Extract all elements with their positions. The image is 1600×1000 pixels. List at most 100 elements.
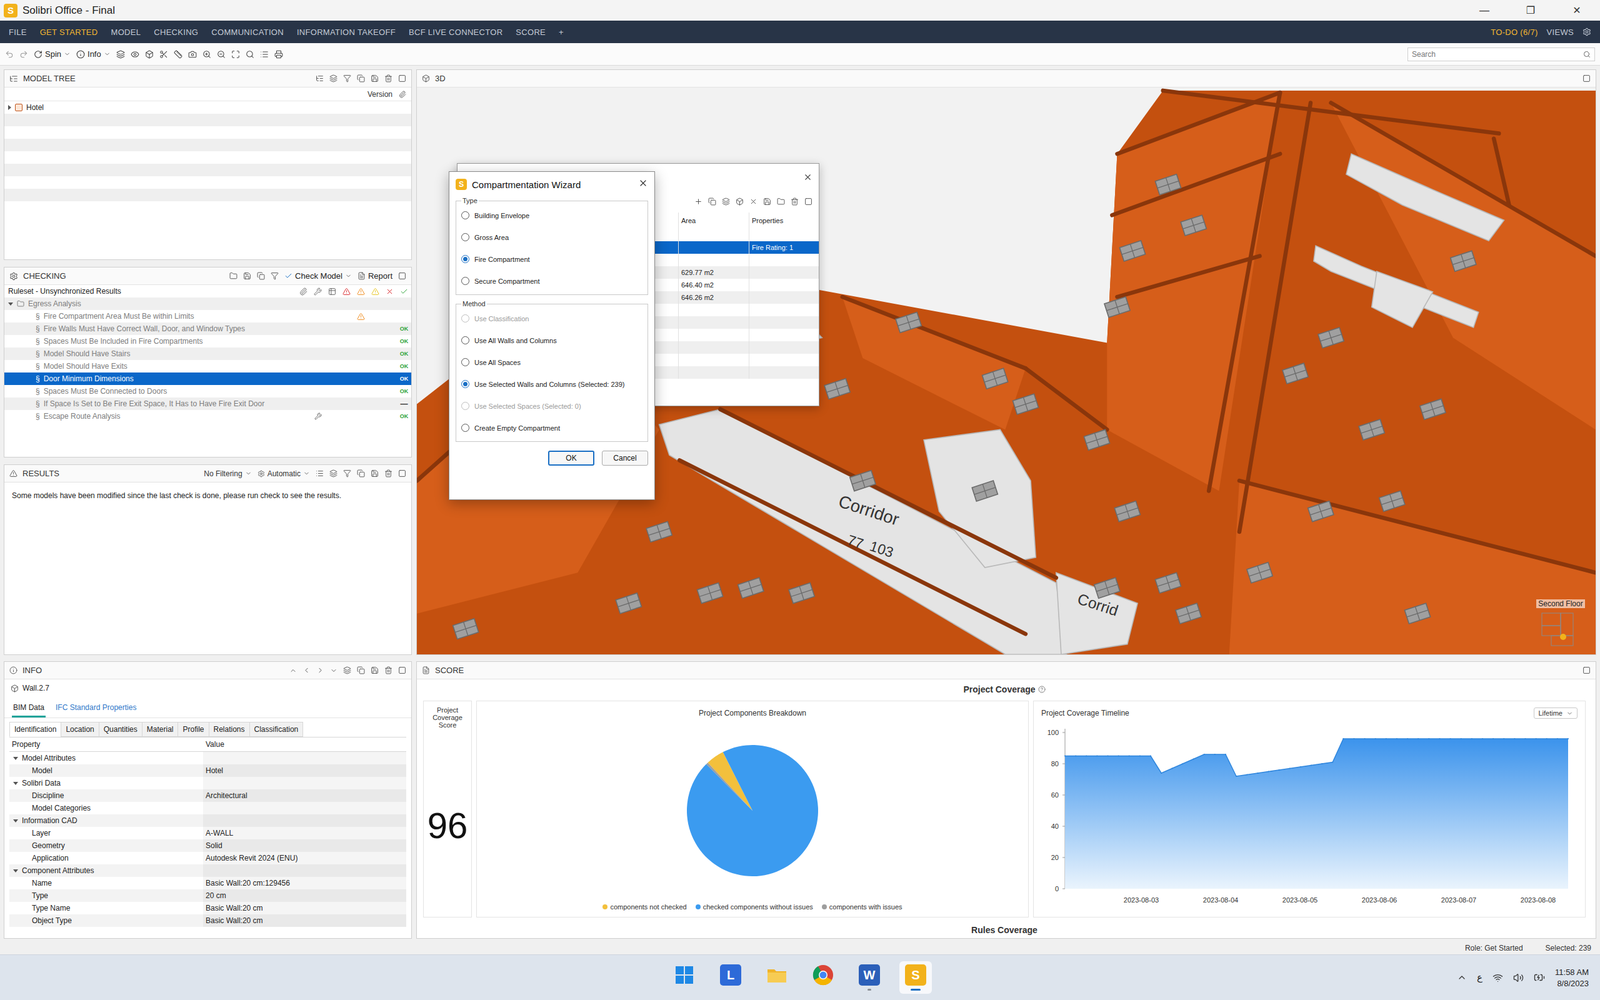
- chevron-down-icon[interactable]: [303, 470, 310, 477]
- window-tool-icon[interactable]: [694, 197, 703, 206]
- mode-dropdown[interactable]: Automatic: [257, 469, 310, 479]
- redo-icon[interactable]: [19, 50, 29, 59]
- tool-icon[interactable]: [173, 50, 183, 59]
- panel-tool-icon[interactable]: [343, 74, 352, 83]
- filter-dropdown[interactable]: No Filtering: [203, 469, 252, 479]
- radio-option[interactable]: Create Empty Compartment: [461, 416, 643, 439]
- coverage-point[interactable]: [1214, 753, 1216, 755]
- forward-icon[interactable]: [316, 666, 325, 675]
- coverage-point[interactable]: [1139, 755, 1141, 757]
- wifi-icon[interactable]: [1492, 972, 1504, 984]
- panel-tool-icon[interactable]: [343, 469, 352, 478]
- property-row[interactable]: LayerA-WALL: [9, 826, 407, 840]
- caret-icon[interactable]: [13, 756, 19, 760]
- menu-item[interactable]: COMMUNICATION: [211, 27, 284, 37]
- panel-tool-icon[interactable]: [329, 469, 338, 478]
- info-subtab[interactable]: Identification: [9, 721, 62, 737]
- rule-row[interactable]: §Fire Compartment Area Must Be within Li…: [4, 310, 412, 323]
- tool-icon[interactable]: [202, 50, 212, 59]
- coverage-point[interactable]: [1107, 755, 1109, 757]
- info-subtab[interactable]: Location: [60, 721, 99, 737]
- menu-item[interactable]: INFORMATION TAKEOFF: [296, 27, 396, 37]
- property-group[interactable]: Model Attributes: [9, 751, 407, 765]
- search-icon[interactable]: [1583, 50, 1591, 59]
- info-icon[interactable]: [76, 50, 85, 59]
- coverage-point[interactable]: [1203, 753, 1205, 755]
- panel-tool-icon[interactable]: [384, 74, 393, 83]
- search-field[interactable]: Search: [1407, 47, 1595, 62]
- coverage-point[interactable]: [1160, 772, 1162, 774]
- chrome-icon[interactable]: [812, 964, 834, 986]
- ruleset-icon[interactable]: [16, 300, 25, 308]
- tool-icon[interactable]: [145, 50, 154, 59]
- tool-icon[interactable]: [116, 50, 125, 59]
- menu-item[interactable]: CHECKING: [153, 27, 199, 37]
- info-subtab[interactable]: Classification: [249, 721, 304, 737]
- check-model-button[interactable]: Check Model: [284, 271, 352, 281]
- property-row[interactable]: Model Categories: [9, 801, 407, 815]
- property-row[interactable]: Type20 cm: [9, 889, 407, 902]
- input-language[interactable]: ع: [1476, 971, 1483, 984]
- coverage-point[interactable]: [1321, 763, 1323, 765]
- folder-icon[interactable]: [766, 965, 788, 985]
- ruleset-row[interactable]: Ruleset - Unsynchronized Results: [4, 285, 412, 298]
- tool-icon[interactable]: [260, 50, 269, 59]
- radio-button[interactable]: [461, 211, 470, 220]
- range-dropdown[interactable]: Lifetime: [1533, 707, 1578, 719]
- panel-tool-icon[interactable]: [398, 469, 407, 478]
- tool-icon[interactable]: [188, 50, 197, 59]
- coverage-point[interactable]: [1450, 738, 1452, 740]
- radio-option[interactable]: Use Selected Walls and Columns (Selected…: [461, 373, 643, 395]
- radio-button[interactable]: [461, 233, 470, 242]
- info-subtab[interactable]: Material: [141, 721, 179, 737]
- panel-tool-icon[interactable]: [356, 74, 365, 83]
- coverage-point[interactable]: [1513, 738, 1515, 740]
- property-row[interactable]: GeometrySolid: [9, 839, 407, 852]
- rule-row[interactable]: §Spaces Must Be Connected to DoorsOK: [4, 385, 412, 398]
- coverage-point[interactable]: [1075, 755, 1077, 757]
- pie-slice[interactable]: [686, 745, 819, 877]
- radio-option[interactable]: Gross Area: [461, 226, 643, 249]
- chevron-down-icon[interactable]: [1566, 710, 1574, 717]
- panel-tool-icon[interactable]: [398, 666, 407, 675]
- tool-icon[interactable]: [245, 50, 255, 59]
- panel-tool-icon[interactable]: [315, 469, 324, 478]
- chevron-down-icon[interactable]: [63, 50, 71, 58]
- window-control[interactable]: ✕: [1553, 0, 1600, 21]
- coverage-point[interactable]: [1364, 738, 1366, 740]
- window-control[interactable]: ❐: [1507, 0, 1554, 21]
- info-subtab[interactable]: Quantities: [98, 721, 143, 737]
- word-icon[interactable]: W: [858, 964, 880, 986]
- coverage-point[interactable]: [1546, 738, 1548, 740]
- panel-tool-icon[interactable]: [256, 271, 265, 280]
- radio-option[interactable]: Secure Compartment: [461, 270, 643, 292]
- menu-icon[interactable]: [330, 666, 338, 675]
- info-icon[interactable]: [9, 666, 18, 675]
- moderate-icon[interactable]: [356, 287, 365, 296]
- coverage-point[interactable]: [1150, 755, 1152, 757]
- coverage-point[interactable]: [1246, 774, 1248, 776]
- check-icon[interactable]: [284, 271, 293, 280]
- coverage-point[interactable]: [1428, 738, 1430, 740]
- chevron-down-icon[interactable]: [245, 470, 252, 477]
- coverage-point[interactable]: [1438, 738, 1440, 740]
- coverage-point[interactable]: [1353, 738, 1355, 740]
- panel-tool-icon[interactable]: [243, 271, 252, 280]
- tool-icon[interactable]: [231, 50, 240, 59]
- wall-icon[interactable]: [10, 684, 19, 693]
- rule-row[interactable]: §Fire Walls Must Have Correct Wall, Door…: [4, 322, 412, 335]
- floor-navigator[interactable]: Second Floor: [1529, 599, 1592, 650]
- header-cell[interactable]: Properties: [748, 212, 819, 229]
- critical-icon[interactable]: [342, 287, 351, 296]
- panel-tool-icon[interactable]: [315, 74, 324, 83]
- coverage-point[interactable]: [1471, 738, 1473, 740]
- taskbar-app[interactable]: S: [899, 961, 932, 994]
- panel-tool-icon[interactable]: [270, 271, 279, 280]
- coverage-point[interactable]: [1342, 738, 1344, 740]
- window-tool-icon[interactable]: [708, 197, 717, 206]
- warning-icon[interactable]: [356, 312, 365, 321]
- spin-button[interactable]: Spin: [33, 49, 71, 59]
- rule-row[interactable]: §Spaces Must Be Included in Fire Compart…: [4, 335, 412, 348]
- coverage-point[interactable]: [1128, 755, 1130, 757]
- header-cell[interactable]: Property: [9, 737, 204, 752]
